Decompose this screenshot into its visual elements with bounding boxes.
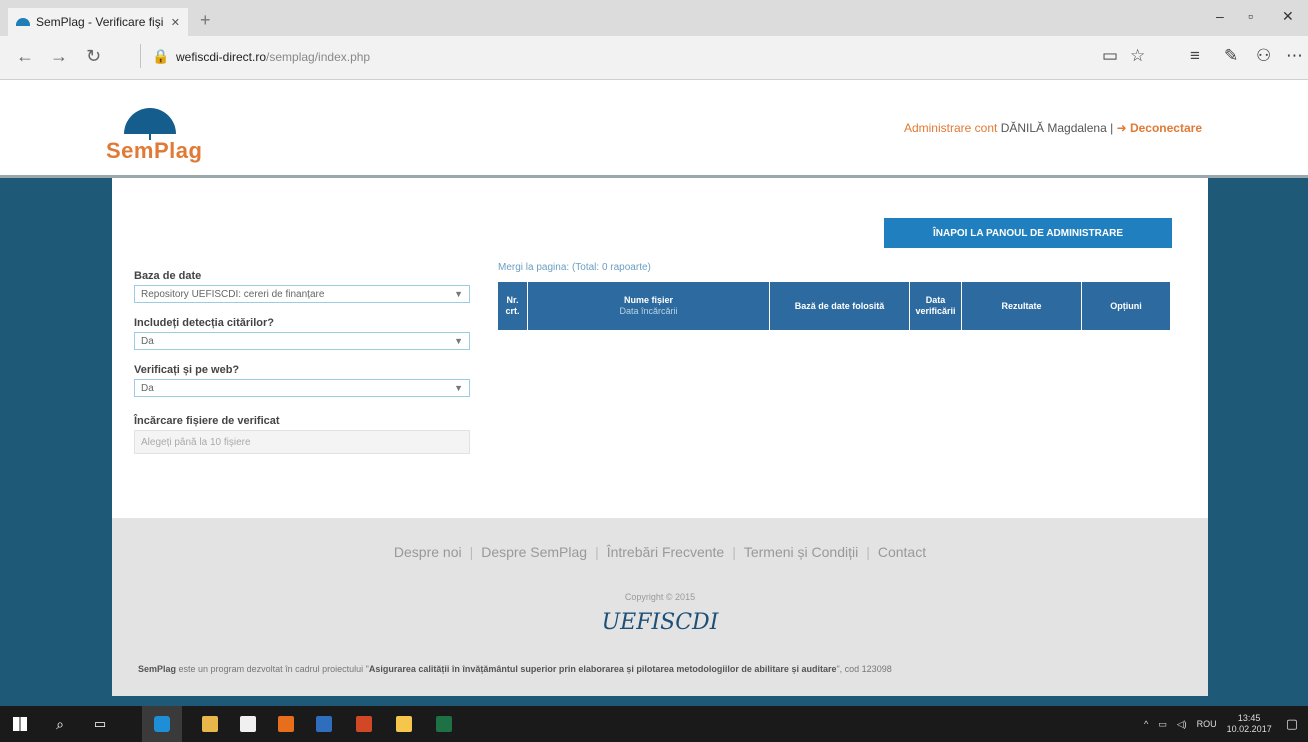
lock-icon: 🔒 <box>152 48 170 64</box>
maximize-icon[interactable]: ▫ <box>1248 8 1253 24</box>
logout-icon: ➜ <box>1116 121 1130 135</box>
verification-form: Baza de date Repository UEFISCDI: cereri… <box>134 270 470 454</box>
new-tab-icon[interactable]: + <box>200 10 211 31</box>
excel-icon[interactable] <box>424 706 464 742</box>
close-icon[interactable]: ✕ <box>171 16 180 29</box>
file-explorer-icon[interactable] <box>190 706 230 742</box>
network-icon[interactable]: ▭ <box>1158 719 1167 730</box>
footer-links: Despre noi | Despre SemPlag | Întrebări Frec… <box>393 544 927 560</box>
forward-icon[interactable]: → <box>50 46 68 67</box>
system-tray: ^ ▭ ◁) ROU 13:45 10.02.2017 ▢ <box>1134 706 1298 742</box>
reports-table-header: Nr. crt. Nume fișier Data încărcării Baz… <box>498 282 1170 330</box>
favorite-icon[interactable]: ☆ <box>1130 46 1145 66</box>
col-nr-crt: Nr. crt. <box>498 282 528 330</box>
col-results: Rezultate <box>962 282 1082 330</box>
col-options: Opțiuni <box>1082 282 1170 330</box>
back-to-admin-button[interactable]: ÎNAPOI LA PANOUL DE ADMINISTRARE <box>884 218 1172 248</box>
web-select[interactable]: Da ▼ <box>134 379 470 397</box>
db-label: Baza de date <box>134 270 202 282</box>
notifications-icon[interactable]: ▢ <box>1286 716 1298 732</box>
edge-icon[interactable] <box>142 706 182 742</box>
citations-label: Includeți detecția citărilor? <box>134 317 274 329</box>
more-icon[interactable]: ⋯ <box>1286 46 1303 66</box>
col-file-name: Nume fișier Data încărcării <box>528 282 770 330</box>
semplag-favicon-icon <box>16 18 30 26</box>
tab-title: SemPlag - Verificare fişi <box>36 15 164 29</box>
chevron-down-icon: ▼ <box>454 336 463 346</box>
semplag-logo[interactable]: SemPlag <box>106 108 216 164</box>
store-icon[interactable] <box>228 706 268 742</box>
windows-start-icon[interactable] <box>0 706 40 742</box>
footer-link-terms[interactable]: Termeni și Condiții <box>744 544 858 560</box>
about-text: SemPlag este un program dezvoltat în cad… <box>138 664 892 674</box>
uefiscdi-logo: UEFISCDI <box>601 610 719 635</box>
file-upload-input[interactable]: Alegeți până la 10 fișiere <box>134 430 470 454</box>
browser-tab[interactable]: SemPlag - Verificare fişi ✕ <box>8 8 188 36</box>
user-name: DĂNILĂ Magdalena <box>1000 121 1107 135</box>
url-domain: wefiscdi-direct.ro <box>176 50 267 64</box>
share-icon[interactable]: ⚇ <box>1256 46 1271 66</box>
url-path: /semplag/index.php <box>266 50 371 64</box>
browser-titlebar: SemPlag - Verificare fişi ✕ + – ▫ ✕ <box>0 0 1308 36</box>
goto-page-label[interactable]: Mergi la pagina: <box>498 262 569 273</box>
task-view-icon[interactable]: ▭ <box>80 706 120 742</box>
chevron-up-icon[interactable]: ^ <box>1144 719 1148 729</box>
site-header: SemPlag Administrare cont DĂNILĂ Magdale… <box>0 80 1308 178</box>
minimize-icon[interactable]: – <box>1216 8 1224 24</box>
url-field[interactable]: wefiscdi-direct.ro/semplag/index.php <box>176 50 370 64</box>
footer-link-about-semplag[interactable]: Despre SemPlag <box>481 544 587 560</box>
chevron-down-icon: ▼ <box>454 289 463 299</box>
main-panel: ÎNAPOI LA PANOUL DE ADMINISTRARE Baza de… <box>112 178 1208 518</box>
chevron-down-icon: ▼ <box>454 383 463 393</box>
outlook-icon[interactable] <box>304 706 344 742</box>
clock[interactable]: 13:45 10.02.2017 <box>1227 713 1272 735</box>
citations-select[interactable]: Da ▼ <box>134 332 470 350</box>
reading-view-icon[interactable]: ▭ <box>1102 46 1118 66</box>
copyright: Copyright © 2015 <box>624 592 696 602</box>
folder-icon[interactable] <box>384 706 424 742</box>
user-bar: Administrare cont DĂNILĂ Magdalena | ➜ D… <box>903 121 1202 135</box>
logout-link[interactable]: ➜ Deconectare <box>1117 121 1202 135</box>
search-icon[interactable]: ⌕ <box>40 706 80 742</box>
umbrella-icon <box>124 108 176 140</box>
col-check-date: Data verificării <box>910 282 962 330</box>
refresh-icon[interactable]: ↻ <box>86 46 101 67</box>
total-reports: (Total: 0 rapoarte) <box>571 262 651 273</box>
windows-taskbar: ⌕ ▭ ^ ▭ ◁) ROU 13:45 10.02.2017 ▢ <box>0 706 1308 742</box>
window-close-icon[interactable]: ✕ <box>1282 8 1294 25</box>
office-icon[interactable] <box>266 706 306 742</box>
volume-icon[interactable]: ◁) <box>1177 719 1187 730</box>
footer-link-about[interactable]: Despre noi <box>394 544 462 560</box>
language-indicator[interactable]: ROU <box>1197 719 1217 729</box>
back-icon[interactable]: ← <box>16 46 34 67</box>
db-select[interactable]: Repository UEFISCDI: cereri de finanțare… <box>134 285 470 303</box>
powerpoint-icon[interactable] <box>344 706 384 742</box>
pagination-info: Mergi la pagina: (Total: 0 rapoarte) <box>498 262 651 273</box>
upload-label: Încărcare fișiere de verificat <box>134 415 280 427</box>
site-footer: Despre noi | Despre SemPlag | Întrebări Frec… <box>112 518 1208 696</box>
footer-link-contact[interactable]: Contact <box>878 544 926 560</box>
note-icon[interactable]: ✎ <box>1224 46 1238 66</box>
footer-link-faq[interactable]: Întrebări Frecvente <box>607 544 725 560</box>
col-database: Bază de date folosită <box>770 282 910 330</box>
account-admin-link[interactable]: Administrare cont <box>904 121 997 135</box>
address-bar: ← → ↻ 🔒 wefiscdi-direct.ro/semplag/index… <box>0 36 1308 80</box>
hub-icon[interactable]: ≡ <box>1190 46 1200 66</box>
web-label: Verificați și pe web? <box>134 364 240 376</box>
logo-text: SemPlag <box>106 138 203 163</box>
